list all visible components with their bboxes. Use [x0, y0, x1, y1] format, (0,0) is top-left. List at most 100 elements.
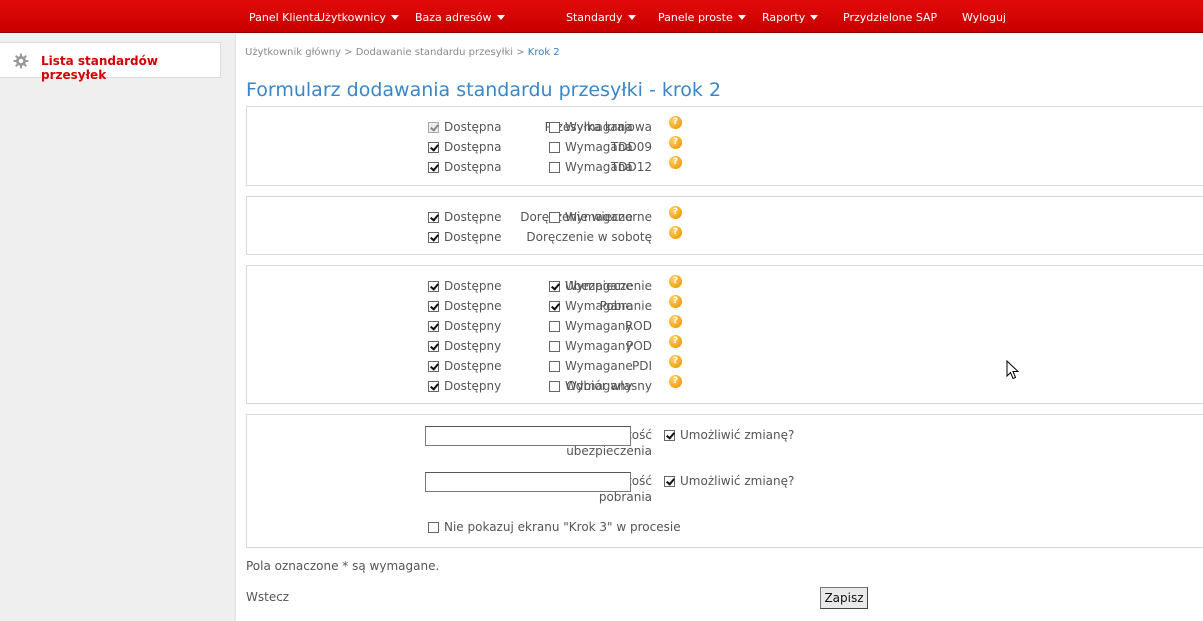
available-checkbox[interactable]: [428, 162, 439, 173]
help-icon[interactable]: ?: [669, 226, 682, 239]
default-insurance-input[interactable]: [425, 426, 631, 446]
back-link[interactable]: Wstecz: [246, 590, 289, 604]
available-checkbox[interactable]: [428, 212, 439, 223]
available-label: Dostępne: [444, 210, 502, 224]
available-checkbox: [428, 122, 439, 133]
save-button[interactable]: Zapisz: [820, 587, 868, 609]
required-label: Wymagany: [565, 339, 633, 353]
required-fields-note: Pola oznaczone * są wymagane.: [246, 559, 440, 573]
top-navigation-bar: Panel Klienta Użytkownicy Baza adresów S…: [0, 0, 1203, 33]
required-label: Wymagana: [565, 140, 633, 154]
required-label: Wymagane: [565, 359, 633, 373]
help-icon[interactable]: ?: [669, 206, 682, 219]
nav-baza-adresow[interactable]: Baza adresów: [415, 11, 505, 24]
cod-label-line2: pobrania: [598, 490, 652, 504]
available-checkbox[interactable]: [428, 281, 439, 292]
required-checkbox[interactable]: [549, 361, 560, 372]
help-icon[interactable]: ?: [669, 295, 682, 308]
nav-raporty[interactable]: Raporty: [762, 11, 819, 24]
available-checkbox[interactable]: [428, 142, 439, 153]
nav-panele-proste[interactable]: Panele proste: [658, 11, 746, 24]
section-default-values: Domyślna wartość ubezpieczenia Umożliwić…: [246, 414, 1203, 548]
skip-step3-label: Nie pokazuj ekranu "Krok 3" w procesie: [444, 520, 681, 534]
available-label: Dostępne: [444, 279, 502, 293]
row-label: PDI: [631, 359, 652, 373]
required-checkbox[interactable]: [549, 162, 560, 173]
allow-change-label: Umożliwić zmianę?: [680, 474, 795, 488]
available-label: Dostępne: [444, 230, 502, 244]
allow-change-insurance-checkbox[interactable]: [664, 430, 675, 441]
caret-down-icon: [737, 15, 746, 20]
nav-label: Panel Klienta: [249, 11, 321, 24]
nav-wyloguj[interactable]: Wyloguj: [962, 11, 1006, 24]
nav-uzytkownicy[interactable]: Użytkownicy: [317, 11, 399, 24]
nav-label: Standardy: [566, 11, 623, 24]
help-icon[interactable]: ?: [669, 156, 682, 169]
breadcrumb-path[interactable]: Użytkownik główny > Dodawanie standardu …: [245, 47, 528, 58]
allow-change-cod-checkbox[interactable]: [664, 476, 675, 487]
nav-label: Panele proste: [658, 11, 733, 24]
help-icon[interactable]: ?: [669, 116, 682, 129]
available-label: Dostępny: [444, 319, 502, 333]
nav-przydzielone-sap[interactable]: Przydzielone SAP: [843, 11, 937, 24]
available-checkbox[interactable]: [428, 301, 439, 312]
caret-down-icon: [627, 15, 636, 20]
required-checkbox[interactable]: [549, 281, 560, 292]
required-label: Wymagany: [565, 319, 633, 333]
available-checkbox[interactable]: [428, 321, 439, 332]
help-icon[interactable]: ?: [669, 315, 682, 328]
insurance-label-line2: ubezpieczenia: [566, 444, 652, 458]
row-label: Doręczenie w sobotę: [526, 230, 652, 244]
required-checkbox[interactable]: [549, 122, 560, 133]
required-checkbox[interactable]: [549, 321, 560, 332]
caret-down-icon: [390, 15, 399, 20]
required-label: Wymagany: [565, 379, 633, 393]
page-title: Formularz dodawania standardu przesyłki …: [246, 79, 722, 101]
section-additional-services: Ubezpieczenie Dostępne Wymagane ? Pobran…: [246, 265, 1203, 404]
nav-label: Baza adresów: [415, 11, 492, 24]
section-delivery-options: Doręczenie wieczorne Dostępne Wymagane ?…: [246, 196, 1203, 255]
section-shipment-types: Przesyłka krajowa Dostępna Wymagana ? TD…: [246, 106, 1203, 186]
available-checkbox[interactable]: [428, 361, 439, 372]
breadcrumb: Użytkownik główny > Dodawanie standardu …: [245, 47, 560, 58]
sidebar-item-lista-standardow[interactable]: Lista standardów przesyłek: [0, 42, 221, 82]
breadcrumb-current: Krok 2: [527, 47, 560, 58]
required-label: Wymagana: [565, 120, 633, 134]
caret-down-icon: [496, 15, 505, 20]
required-checkbox[interactable]: [549, 212, 560, 223]
help-icon[interactable]: ?: [669, 136, 682, 149]
required-checkbox[interactable]: [549, 301, 560, 312]
help-icon[interactable]: ?: [669, 375, 682, 388]
nav-label: Wyloguj: [962, 11, 1006, 24]
available-label: Dostępna: [444, 120, 502, 134]
available-checkbox[interactable]: [428, 381, 439, 392]
required-label: Wymagana: [565, 160, 633, 174]
sidebar: Lista standardów przesyłek: [0, 34, 236, 621]
required-checkbox[interactable]: [549, 142, 560, 153]
help-icon[interactable]: ?: [669, 355, 682, 368]
help-icon[interactable]: ?: [669, 335, 682, 348]
required-checkbox[interactable]: [549, 381, 560, 392]
default-cod-input[interactable]: [425, 472, 631, 492]
nav-panel-klienta[interactable]: Panel Klienta: [249, 11, 320, 24]
nav-label: Raporty: [762, 11, 806, 24]
available-label: Dostępne: [444, 299, 502, 313]
gear-icon: [13, 53, 29, 69]
nav-standardy[interactable]: Standardy: [566, 11, 636, 24]
mouse-cursor-icon: [1006, 360, 1020, 380]
available-checkbox[interactable]: [428, 232, 439, 243]
required-checkbox[interactable]: [549, 341, 560, 352]
available-checkbox[interactable]: [428, 341, 439, 352]
help-icon[interactable]: ?: [669, 275, 682, 288]
available-label: Dostępna: [444, 140, 502, 154]
available-label: Dostępne: [444, 359, 502, 373]
available-label: Dostępna: [444, 160, 502, 174]
available-label: Dostępny: [444, 339, 502, 353]
skip-step3-checkbox[interactable]: [428, 522, 439, 533]
caret-down-icon: [810, 15, 819, 20]
nav-label: Przydzielone SAP: [843, 11, 938, 24]
available-label: Dostępny: [444, 379, 502, 393]
allow-change-label: Umożliwić zmianę?: [680, 428, 795, 442]
required-label: Wymagane: [565, 299, 633, 313]
required-label: Wymagane: [565, 279, 633, 293]
